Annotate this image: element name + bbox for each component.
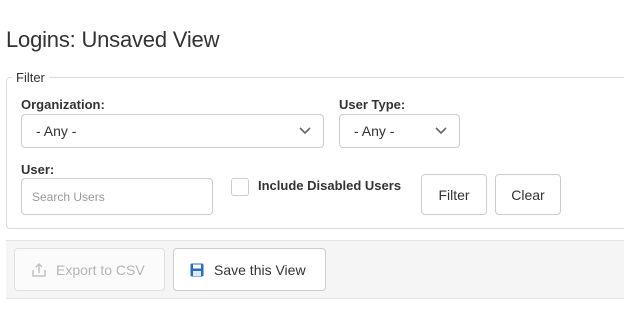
- export-icon: [32, 262, 46, 277]
- user-type-select-value: - Any -: [354, 123, 395, 139]
- filter-button[interactable]: Filter: [421, 174, 487, 215]
- export-csv-label: Export to CSV: [56, 261, 145, 278]
- user-label: User:: [21, 162, 55, 177]
- page-title: Logins: Unsaved View: [6, 27, 220, 52]
- export-csv-button[interactable]: Export to CSV: [14, 248, 165, 291]
- include-disabled-label[interactable]: Include Disabled Users: [258, 178, 401, 193]
- chevron-down-icon: [299, 127, 311, 135]
- user-type-label: User Type:: [339, 97, 406, 112]
- chevron-down-icon: [435, 127, 447, 135]
- user-type-select[interactable]: - Any -: [339, 114, 460, 148]
- organization-select[interactable]: - Any -: [21, 114, 324, 148]
- filter-legend: Filter: [12, 70, 49, 85]
- floppy-disk-icon: [190, 263, 204, 276]
- organization-label: Organization:: [21, 97, 105, 112]
- organization-select-value: - Any -: [36, 123, 77, 139]
- clear-button[interactable]: Clear: [495, 174, 561, 215]
- search-users-input[interactable]: [21, 178, 213, 215]
- save-view-button[interactable]: Save this View: [173, 248, 326, 291]
- include-disabled-checkbox[interactable]: [231, 178, 249, 196]
- save-view-label: Save this View: [214, 261, 306, 278]
